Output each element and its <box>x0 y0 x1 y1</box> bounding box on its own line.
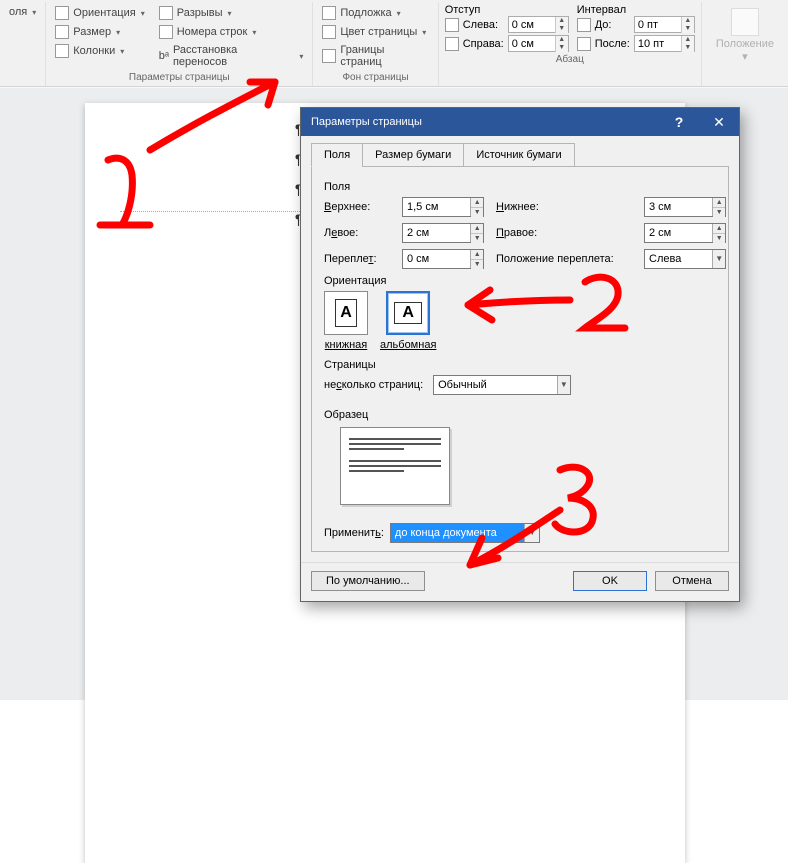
breaks-icon <box>159 6 173 20</box>
ribbon-columns[interactable]: Колонки▾ <box>52 42 147 60</box>
ribbon-hyphenation[interactable]: bᵃРасстановка переносов▾ <box>156 42 307 70</box>
margin-top-label: ВВерхнее:ерхнее: <box>324 201 394 213</box>
ribbon-watermark[interactable]: Подложка▾ <box>319 4 431 22</box>
indent-right-input[interactable]: ▲▼ <box>508 35 569 52</box>
orientation-group-label: Ориентация <box>324 275 716 287</box>
ribbon-fields[interactable]: оля▾ <box>6 4 39 20</box>
orientation-landscape[interactable]: A альбомная <box>380 291 436 351</box>
preview-group-label: Образец <box>324 409 716 421</box>
spacing-header: Интервал <box>577 4 695 16</box>
pages-group-label: Страницы <box>324 359 716 371</box>
ribbon-group-label-paragraph: Абзац <box>445 52 695 68</box>
margin-right-label: Правое: <box>496 227 636 239</box>
margin-bottom-label: Нижнее: <box>496 201 636 213</box>
spacing-after-label: После: <box>595 38 630 50</box>
default-button[interactable]: По умолчанию... <box>311 571 425 591</box>
landscape-icon: A <box>394 302 422 324</box>
ribbon-page-color[interactable]: Цвет страницы▾ <box>319 23 431 41</box>
orientation-icon <box>55 6 69 20</box>
ribbon-group-label-page-setup: Параметры страницы <box>52 70 306 86</box>
close-button[interactable]: ✕ <box>699 108 739 136</box>
position-icon <box>731 8 759 36</box>
watermark-icon <box>322 6 336 20</box>
line-numbers-icon <box>159 25 173 39</box>
ribbon-position[interactable]: Положение ▾ <box>708 4 782 67</box>
page-setup-dialog: Параметры страницы ? ✕ Поля Размер бумаг… <box>300 107 740 602</box>
spacing-before-input[interactable]: ▲▼ <box>634 16 695 33</box>
spacing-after-icon <box>577 37 591 51</box>
spacing-after-input[interactable]: ▲▼ <box>634 35 695 52</box>
ribbon-page-borders[interactable]: Границы страниц <box>319 42 431 70</box>
tab-paper-source[interactable]: Источник бумаги <box>463 143 574 167</box>
indent-left-label: Слева: <box>463 19 504 31</box>
help-button[interactable]: ? <box>659 108 699 136</box>
ribbon-group-paragraph: Отступ Слева: ▲▼ Справа: ▲▼ Интервал До: <box>439 2 702 86</box>
ribbon-group-label-page-bg: Фон страницы <box>319 70 431 86</box>
gutter-pos-label: Положение переплета: <box>496 253 636 265</box>
margin-left-input[interactable]: ▲▼ <box>402 223 484 243</box>
spacing-before-icon <box>577 18 591 32</box>
orientation-portrait[interactable]: A книжная <box>324 291 368 351</box>
ribbon-group-page-background: Подложка▾ Цвет страницы▾ Границы страниц… <box>313 2 438 86</box>
portrait-icon: A <box>335 299 357 327</box>
preview-thumbnail <box>340 427 450 505</box>
indent-header: Отступ <box>445 4 569 16</box>
multi-pages-select[interactable]: ▼ <box>433 375 571 395</box>
margin-bottom-input[interactable]: ▲▼ <box>644 197 726 217</box>
margins-group-label: Поля <box>324 181 716 193</box>
tab-paper-size[interactable]: Размер бумаги <box>362 143 464 167</box>
gutter-label: Переплет: <box>324 253 394 265</box>
ribbon-group-position: Положение ▾ <box>702 2 788 86</box>
gutter-input[interactable]: ▲▼ <box>402 249 484 269</box>
ribbon-size[interactable]: Размер▾ <box>52 23 147 41</box>
ribbon-orientation[interactable]: Ориентация▾ <box>52 4 147 22</box>
apply-to-select[interactable]: ▼ <box>390 523 540 543</box>
margin-right-input[interactable]: ▲▼ <box>644 223 726 243</box>
ribbon-group-page-setup: оля▾ <box>0 2 46 86</box>
tab-panel-fields: Поля ВВерхнее:ерхнее: ▲▼ Нижнее: ▲▼ Лево… <box>311 166 729 552</box>
ribbon-line-numbers[interactable]: Номера строк▾ <box>156 23 307 41</box>
indent-left-icon <box>445 18 459 32</box>
margin-left-label: Левое: <box>324 227 394 239</box>
gutter-pos-select[interactable]: ▼ <box>644 249 726 269</box>
indent-left-input[interactable]: ▲▼ <box>508 16 569 33</box>
apply-to-label: Применить: <box>324 527 384 539</box>
multi-pages-label: несколько страниц: <box>324 379 423 391</box>
dialog-title: Параметры страницы <box>311 116 659 128</box>
spacing-before-label: До: <box>595 19 630 31</box>
ribbon-group-page-setup-2: Ориентация▾ Размер▾ Колонки▾ Разрывы▾ Но… <box>46 2 313 86</box>
indent-right-label: Справа: <box>463 38 504 50</box>
dialog-titlebar[interactable]: Параметры страницы ? ✕ <box>301 108 739 136</box>
ribbon-breaks[interactable]: Разрывы▾ <box>156 4 307 22</box>
columns-icon <box>55 44 69 58</box>
ok-button[interactable]: OK <box>573 571 647 591</box>
page-borders-icon <box>322 49 336 63</box>
cancel-button[interactable]: Отмена <box>655 571 729 591</box>
page-color-icon <box>322 25 336 39</box>
dialog-tabs: Поля Размер бумаги Источник бумаги <box>311 142 729 166</box>
indent-right-icon <box>445 37 459 51</box>
size-icon <box>55 25 69 39</box>
ribbon: оля▾ Ориентация▾ Размер▾ Колонки▾ Разрыв… <box>0 0 788 87</box>
margin-top-input[interactable]: ▲▼ <box>402 197 484 217</box>
tab-fields[interactable]: Поля <box>311 143 363 167</box>
